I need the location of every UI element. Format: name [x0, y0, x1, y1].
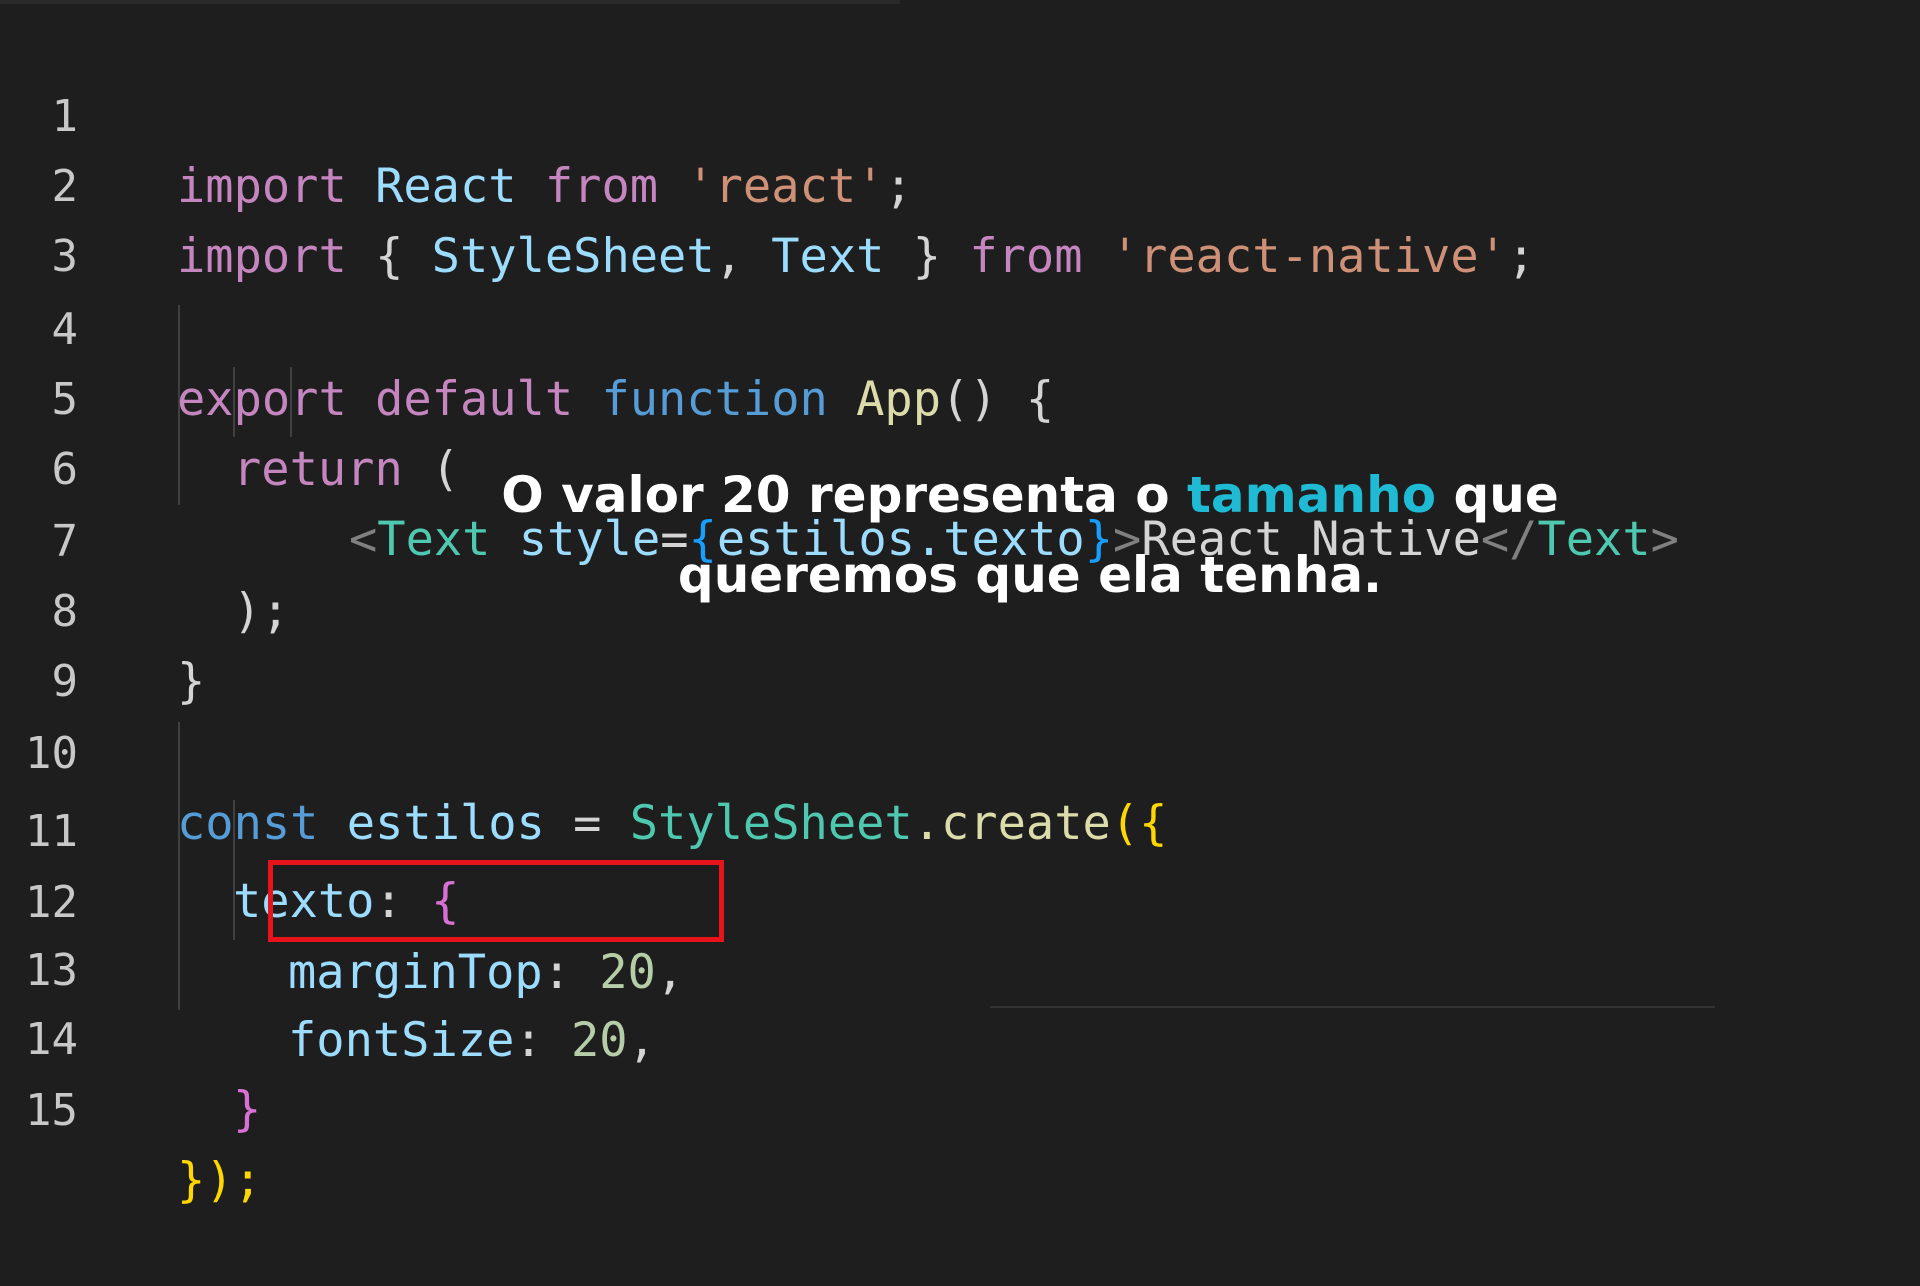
- code-text: });: [177, 1153, 262, 1208]
- code-line-5: 5 return (: [0, 295, 1920, 497]
- caption-line-1: O valor 20 representa o tamanho que: [501, 466, 1559, 524]
- top-divider: [0, 0, 900, 4]
- highlight-box: [268, 860, 724, 942]
- code-line-11: 11 texto: {: [0, 727, 1920, 929]
- code-line-12: 12 marginTop: 20,: [0, 798, 1920, 1000]
- caption-text: O valor 20 representa o tamanho que quer…: [440, 455, 1620, 615]
- caption-line-2: queremos que ela tenha.: [677, 546, 1383, 604]
- code-line-1: 1 import React from 'react';: [0, 12, 1920, 214]
- code-line-2: 2 import { StyleSheet, Text } from 'reac…: [0, 82, 1920, 284]
- line-number: 15: [25, 1085, 78, 1136]
- bottom-divider: [990, 1006, 1715, 1008]
- code-line-3: 3: [0, 152, 1920, 282]
- code-line-15: 15 });: [0, 1006, 1920, 1208]
- code-line-4: 4 export default function App() {: [0, 225, 1920, 427]
- code-editor: 1 import React from 'react'; 2 import { …: [0, 0, 1920, 1208]
- code-line-6: 6 <Text style={estilos.texto}>React Nati…: [0, 365, 1920, 567]
- code-text: }: [233, 1082, 262, 1137]
- code-line-10: 10 const estilos = StyleSheet.create({: [0, 649, 1920, 851]
- code-line-14: 14 }: [0, 935, 1920, 1137]
- caption-accent: tamanho: [1187, 466, 1437, 524]
